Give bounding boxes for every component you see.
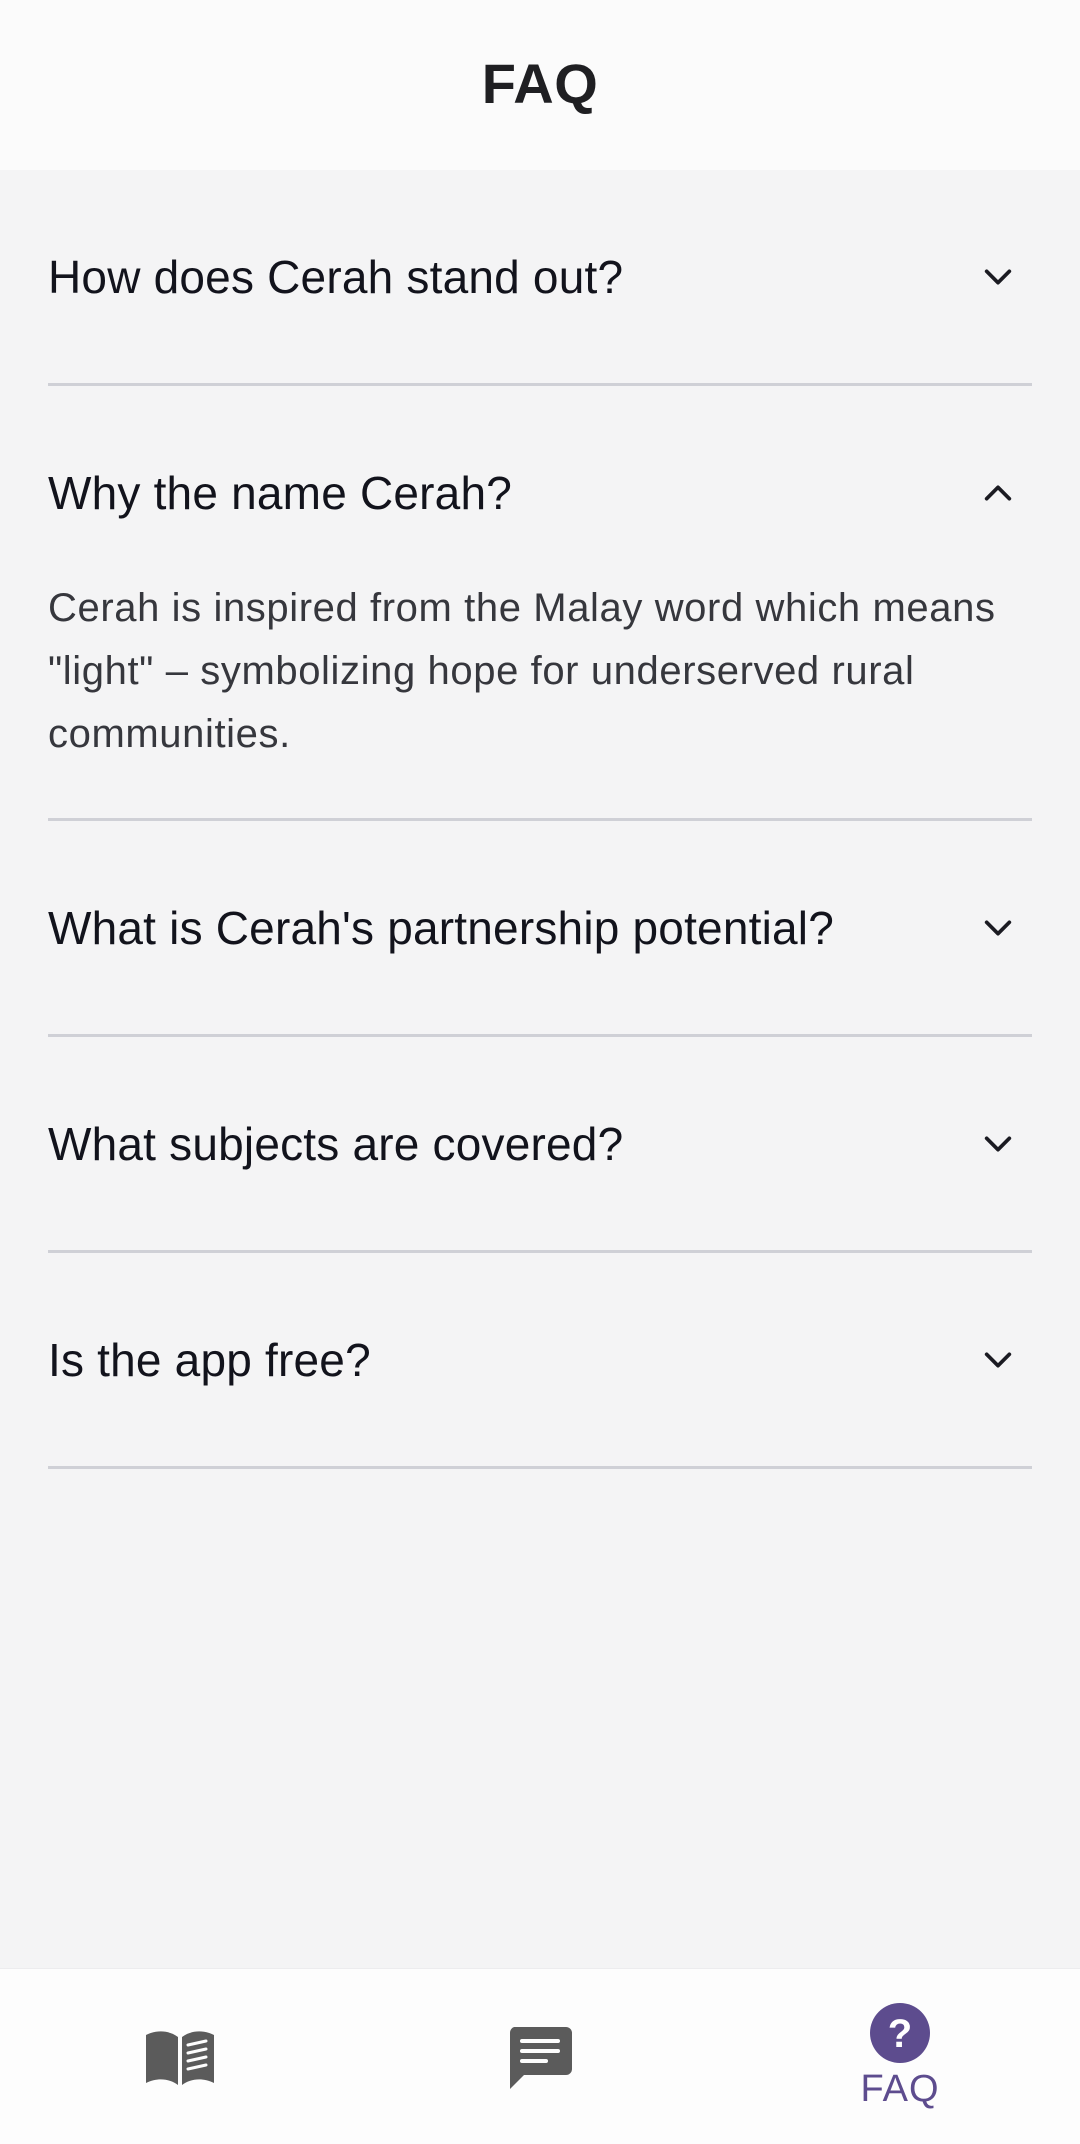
- faq-item: Is the app free?: [48, 1253, 1032, 1469]
- faq-question: Is the app free?: [48, 1333, 371, 1386]
- page-title: FAQ: [481, 51, 599, 115]
- faq-header-partnership[interactable]: What is Cerah's partnership potential?: [48, 821, 1032, 1034]
- faq-question: Why the name Cerah?: [48, 466, 513, 519]
- chevron-down-icon[interactable]: [972, 902, 1024, 954]
- faq-item: What subjects are covered?: [48, 1037, 1032, 1253]
- faq-question: What subjects are covered?: [48, 1117, 624, 1170]
- faq-answer: Cerah is inspired from the Malay word wh…: [48, 586, 996, 756]
- chevron-down-icon[interactable]: [972, 251, 1024, 303]
- faq-item: What is Cerah's partnership potential?: [48, 821, 1032, 1037]
- chevron-up-icon[interactable]: [972, 467, 1024, 519]
- faq-item: How does Cerah stand out?: [48, 170, 1032, 386]
- help-icon: ?: [869, 2002, 931, 2064]
- faq-header-stand-out[interactable]: How does Cerah stand out?: [48, 170, 1032, 383]
- faq-item: Why the name Cerah? Cerah is inspired fr…: [48, 386, 1032, 821]
- chevron-down-icon[interactable]: [972, 1334, 1024, 1386]
- book-icon: [144, 2027, 216, 2087]
- nav-label-faq: FAQ: [860, 2068, 940, 2110]
- chevron-down-icon[interactable]: [972, 1118, 1024, 1170]
- faq-header-free[interactable]: Is the app free?: [48, 1253, 1032, 1466]
- chat-icon: [508, 2025, 572, 2089]
- svg-text:?: ?: [888, 2012, 912, 2056]
- bottom-nav: ? FAQ: [0, 1968, 1080, 2144]
- faq-question: What is Cerah's partnership potential?: [48, 901, 835, 954]
- app-header: FAQ: [0, 0, 1080, 170]
- nav-item-lessons[interactable]: [0, 1969, 360, 2144]
- nav-item-chat[interactable]: [360, 1969, 720, 2144]
- nav-item-faq[interactable]: ? FAQ: [720, 1969, 1080, 2144]
- faq-question: How does Cerah stand out?: [48, 250, 624, 303]
- faq-list: How does Cerah stand out? Why the name C…: [48, 170, 1032, 1469]
- faq-header-name[interactable]: Why the name Cerah?: [48, 386, 1032, 599]
- faq-header-subjects[interactable]: What subjects are covered?: [48, 1037, 1032, 1250]
